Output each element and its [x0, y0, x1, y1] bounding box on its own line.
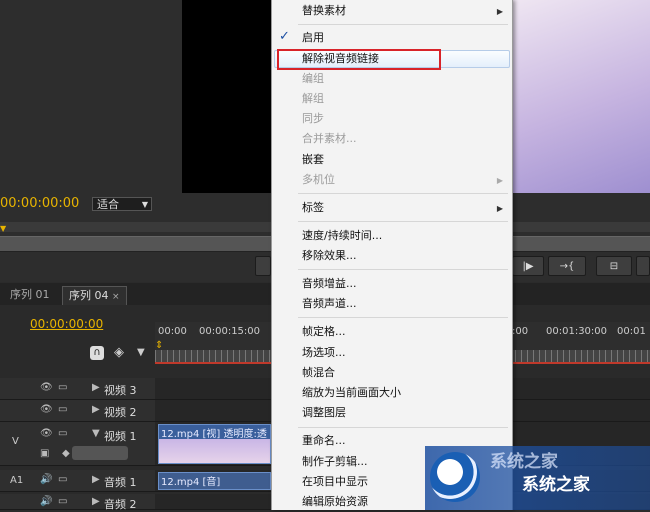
extract-button[interactable]	[636, 256, 650, 276]
menu-item-speed-duration[interactable]: 速度/持续时间...	[302, 229, 382, 243]
menu-item-reveal-in-project[interactable]: 在项目中显示	[302, 475, 368, 489]
speaker-icon[interactable]: 🔊	[40, 474, 52, 485]
watermark-logo-icon	[430, 452, 480, 502]
menu-item-group[interactable]: 编组	[302, 72, 324, 86]
track-header-audio-1[interactable]: A1 🔊 ▭ ▶ 音频 1	[0, 470, 155, 492]
menu-item-ungroup[interactable]: 解组	[302, 92, 324, 106]
keyframe-navigator[interactable]	[72, 446, 128, 460]
step-forward-icon: |▶	[522, 261, 534, 272]
lift-icon: ⊟	[609, 261, 619, 272]
ruler-tick: 00:00:15:00	[199, 326, 261, 337]
tab-sequence-01[interactable]: 序列 01	[4, 286, 56, 304]
chevron-down-icon: ▼	[141, 200, 148, 209]
step-back-button[interactable]	[255, 256, 271, 276]
menu-item-field-options[interactable]: 场选项...	[302, 346, 346, 360]
menu-divider	[298, 193, 508, 194]
playhead-icon[interactable]: ▼	[0, 224, 6, 233]
menu-item-multicam[interactable]: 多机位	[302, 173, 335, 187]
close-icon[interactable]: ×	[112, 292, 120, 302]
menu-item-make-subclip[interactable]: 制作子剪辑...	[302, 455, 368, 469]
eye-icon[interactable]: 👁	[40, 382, 53, 393]
menu-item-merge-clips[interactable]: 合并素材...	[302, 132, 357, 146]
eye-icon[interactable]: 👁	[40, 428, 53, 439]
track-target-label[interactable]: V	[12, 436, 19, 447]
fit-dropdown[interactable]: 适合 ▼	[92, 197, 152, 211]
snap-icon[interactable]: ∩	[90, 346, 104, 360]
add-marker-icon[interactable]: ▼	[137, 347, 145, 358]
chevron-right-icon[interactable]: ▶	[92, 404, 100, 415]
submenu-arrow-icon: ▶	[496, 7, 503, 16]
menu-item-frame-blend[interactable]: 帧混合	[302, 366, 335, 380]
playhead-icon[interactable]: ⇕	[155, 340, 163, 351]
lock-icon[interactable]: ▭	[58, 496, 67, 507]
ruler-tick: 00:01	[617, 326, 646, 337]
watermark-text: 系统之家	[522, 475, 590, 495]
menu-item-audio-gain[interactable]: 音频增益...	[302, 277, 357, 291]
menu-item-replace-footage[interactable]: 替换素材	[302, 4, 346, 18]
lock-icon[interactable]: ▭	[58, 428, 67, 439]
menu-item-label[interactable]: 标签	[302, 201, 324, 215]
menu-divider	[298, 317, 508, 318]
ruler-tick: :00	[512, 326, 529, 337]
lock-icon[interactable]: ▭	[58, 474, 67, 485]
ruler-tick: 00:00	[158, 326, 187, 337]
watermark-faded-text: 系统之家	[490, 452, 558, 472]
video-clip[interactable]: 12.mp4 [视] 透明度:透	[158, 424, 271, 464]
audio-clip[interactable]: 12.mp4 [音]	[158, 472, 271, 490]
track-target-label[interactable]: A1	[10, 475, 23, 486]
speaker-icon[interactable]: 🔊	[40, 496, 52, 507]
track-header-video-1[interactable]: V 👁 ▭ ▼ 视频 1 ▣ ◆	[0, 422, 155, 466]
menu-item-nest[interactable]: 嵌套	[302, 153, 324, 167]
clip-label: 12.mp4 [音]	[161, 477, 221, 488]
submenu-arrow-icon: ▶	[496, 204, 503, 213]
track-name: 视频 1	[104, 430, 137, 443]
menu-item-rename[interactable]: 重命名...	[302, 434, 346, 448]
ruler-tick: 00:01:30:00	[546, 326, 608, 337]
sequence-timecode[interactable]: 00:00:00:00	[30, 317, 103, 331]
annotation-highlight-box	[277, 49, 441, 70]
clip-context-menu: ✓ 替换素材 ▶ 启用 解除视音频链接 编组 解组 同步 合并素材... 嵌套 …	[271, 0, 513, 510]
menu-divider	[298, 24, 508, 25]
menu-item-edit-original[interactable]: 编辑原始资源	[302, 495, 368, 509]
menu-item-remove-effects[interactable]: 移除效果...	[302, 249, 357, 263]
lock-icon[interactable]: ▭	[58, 382, 67, 393]
monitor-timecode[interactable]: 00:00:00:00	[0, 196, 79, 211]
track-name: 视频 3	[104, 384, 137, 397]
fit-dropdown-value: 适合	[97, 198, 119, 211]
track-name: 音频 1	[104, 476, 137, 489]
video-frame-image	[512, 0, 650, 193]
go-to-out-button[interactable]: →{	[548, 256, 586, 276]
lift-button[interactable]: ⊟	[596, 256, 632, 276]
menu-item-synchronize[interactable]: 同步	[302, 112, 324, 126]
track-header-video-2[interactable]: 👁 ▭ ▶ 视频 2	[0, 400, 155, 422]
submenu-arrow-icon: ▶	[496, 176, 503, 185]
checkmark-icon: ✓	[279, 29, 290, 44]
menu-item-audio-channels[interactable]: 音频声道...	[302, 297, 357, 311]
display-style-icon[interactable]: ▣	[40, 448, 49, 459]
track-name: 视频 2	[104, 406, 137, 419]
menu-item-frame-hold[interactable]: 帧定格...	[302, 325, 346, 339]
chevron-right-icon[interactable]: ▶	[92, 382, 100, 393]
keyframe-icon[interactable]: ◆	[62, 448, 70, 459]
track-header-video-3[interactable]: 👁 ▭ ▶ 视频 3	[0, 378, 155, 400]
chevron-down-icon[interactable]: ▼	[92, 428, 100, 439]
menu-divider	[298, 269, 508, 270]
menu-divider	[298, 427, 508, 428]
menu-divider	[298, 221, 508, 222]
marker-icon[interactable]: ◈	[114, 345, 124, 360]
track-header-audio-2[interactable]: 🔊 ▭ ▶ 音频 2	[0, 494, 155, 511]
menu-item-adjustment-layer[interactable]: 调整图层	[302, 406, 346, 420]
tab-sequence-04[interactable]: 序列 04 ×	[62, 286, 127, 305]
menu-item-enable[interactable]: 启用	[302, 31, 324, 45]
lock-icon[interactable]: ▭	[58, 404, 67, 415]
go-to-out-icon: →{	[559, 261, 575, 272]
menu-item-scale-to-frame[interactable]: 缩放为当前画面大小	[302, 386, 401, 400]
eye-icon[interactable]: 👁	[40, 404, 53, 415]
chevron-right-icon[interactable]: ▶	[92, 474, 100, 485]
chevron-right-icon[interactable]: ▶	[92, 496, 100, 507]
clip-label: 12.mp4 [视] 透明度:透	[161, 429, 267, 440]
step-forward-button[interactable]: |▶	[512, 256, 544, 276]
